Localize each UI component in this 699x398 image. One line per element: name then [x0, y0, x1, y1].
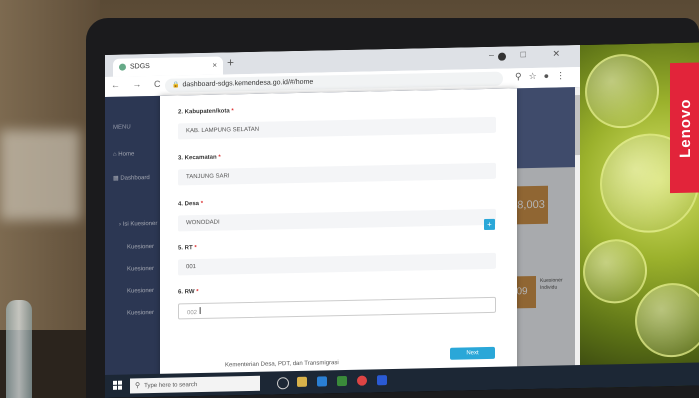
field-label-rt: 5. RT * — [178, 245, 197, 252]
search-icon: ⚲ — [135, 382, 141, 390]
tab-sdgs[interactable]: SDGS × — [113, 56, 223, 77]
next-button[interactable]: Next — [450, 346, 495, 360]
window-controls[interactable]: – □ ✕ — [489, 48, 572, 61]
field-label-desa: 4. Desa * — [178, 200, 204, 208]
store-icon[interactable] — [337, 375, 347, 387]
toolbar-icons[interactable]: ⚲☆●⋮ — [515, 70, 572, 82]
tab-title: SDGS — [130, 63, 150, 71]
url-text: dashboard-sdgs.kemendesa.go.id/#/home — [182, 78, 314, 89]
kecamatan-field[interactable]: TANJUNG SARI — [178, 162, 496, 186]
rw-input[interactable]: 002 I — [178, 296, 496, 320]
field-label-rw: 6. RW * — [178, 289, 199, 296]
taskbar-search[interactable]: ⚲ Type here to search — [130, 375, 260, 394]
word-icon[interactable] — [377, 375, 387, 386]
laptop-screen: Lenovo SDGS × + – □ ✕ ← → C 🔒 dashboard-s… — [105, 42, 699, 398]
text-cursor-icon: I — [198, 305, 202, 318]
chrome-icon[interactable] — [357, 375, 367, 386]
add-icon[interactable]: + — [484, 218, 495, 231]
browser-window: SDGS × + – □ ✕ ← → C 🔒 dashboard-sdgs.kem… — [105, 45, 580, 381]
scrollbar-thumb[interactable] — [575, 95, 580, 156]
water-bottle — [6, 300, 32, 398]
edge-icon[interactable] — [317, 376, 327, 387]
favicon-icon — [119, 63, 126, 71]
kabupaten-field[interactable]: KAB. LAMPUNG SELATAN — [178, 116, 496, 140]
lenovo-logo: Lenovo — [670, 62, 699, 194]
tab-close-icon[interactable]: × — [212, 57, 217, 75]
new-tab-button[interactable]: + — [227, 55, 234, 69]
rt-field[interactable]: 001 — [178, 252, 496, 276]
cortana-icon[interactable] — [277, 377, 289, 390]
form-modal: 2. Kabupaten/kota * KAB. LAMPUNG SELATAN… — [160, 88, 517, 376]
field-label-kecamatan: 3. Kecamatan * — [178, 154, 221, 162]
windows-start-icon[interactable] — [113, 380, 123, 391]
window-light — [0, 130, 80, 220]
nav-buttons[interactable]: ← → C — [111, 79, 166, 90]
field-label-kabupaten: 2. Kabupaten/kota * — [178, 108, 234, 116]
lock-icon: 🔒 — [172, 82, 180, 89]
file-explorer-icon[interactable] — [297, 376, 307, 387]
desa-field[interactable]: WONODADI — [178, 208, 496, 232]
